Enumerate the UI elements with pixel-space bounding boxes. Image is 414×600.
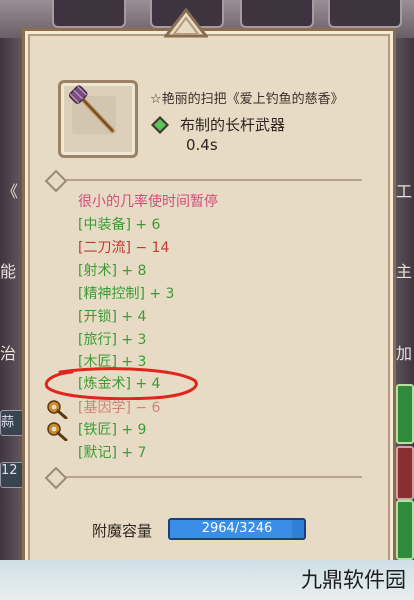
effect-line: [铁匠] + 9: [78, 422, 147, 438]
item-icon-frame: [58, 80, 138, 158]
background-pill[interactable]: 12: [0, 462, 24, 488]
item-type-row: 布制的长杆武器: [150, 114, 285, 135]
background-label: 主: [395, 262, 412, 281]
background-green-button[interactable]: [396, 384, 414, 444]
background-tab[interactable]: [52, 0, 126, 28]
effect-line: [射术] + 8: [78, 263, 147, 279]
background-label: 工: [395, 182, 412, 201]
item-title: ☆艳丽的扫把《爱上钓鱼的慈香》: [150, 92, 344, 107]
background-label: 加: [395, 344, 412, 363]
background-tab[interactable]: [240, 0, 314, 28]
divider: [66, 476, 362, 478]
effect-line: [中装备] + 6: [78, 217, 161, 233]
red-circle-annotation: [44, 367, 198, 400]
skill-requirement-icon: [47, 422, 68, 441]
background-green-button[interactable]: [396, 500, 414, 560]
effect-line: [基因学] − 6: [78, 400, 161, 416]
green-diamond-icon: [151, 115, 169, 134]
background-label: 治: [0, 344, 17, 363]
background-pill[interactable]: 蒜: [0, 410, 24, 436]
background-label: 能: [0, 262, 17, 281]
enchant-capacity-bar: 2964/3246: [168, 518, 306, 540]
divider: [66, 179, 362, 181]
skill-requirement-icon: [47, 400, 68, 419]
effect-line: [旅行] + 3: [78, 332, 147, 348]
background-label: 《: [2, 182, 19, 201]
enchant-capacity-label: 附魔容量: [92, 522, 153, 540]
enchant-capacity-value: 2964/3246: [201, 521, 273, 536]
effect-line: [二刀流] − 14: [78, 240, 170, 256]
background-label: 12: [1, 463, 18, 478]
item-time: 0.4s: [186, 136, 218, 154]
effect-line: [默记] + 7: [78, 445, 147, 461]
effect-line: 很小的几率使时间暂停: [78, 194, 218, 210]
item-type: 布制的长杆武器: [180, 116, 286, 134]
broom-staff-icon: [68, 85, 117, 135]
panel-crest-icon: [164, 8, 208, 38]
background-tab[interactable]: [328, 0, 402, 28]
background-label: 蒜: [1, 415, 15, 430]
effect-line: [开锁] + 4: [78, 309, 147, 325]
effect-line: [精神控制] + 3: [78, 286, 175, 302]
watermark: 九鼎软件园: [301, 568, 406, 592]
background-red-button[interactable]: [396, 446, 414, 500]
